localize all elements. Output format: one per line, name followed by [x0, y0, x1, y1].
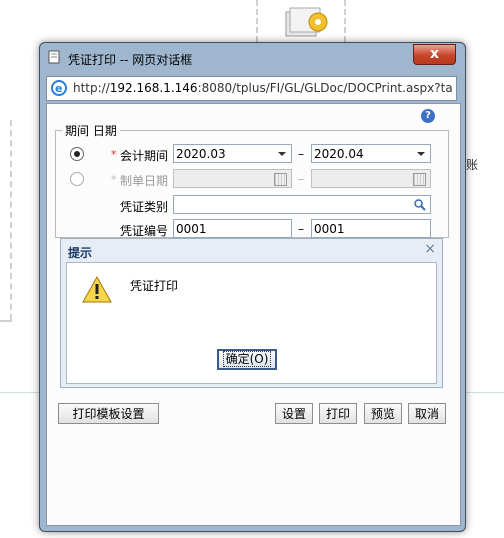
- period-date-legend: 期间 日期: [62, 122, 120, 139]
- background-dash-line: [10, 120, 12, 320]
- search-icon[interactable]: [413, 198, 427, 212]
- ok-button-label: 确定(O): [222, 351, 272, 367]
- range-separator: –: [298, 222, 304, 236]
- print-button[interactable]: 打印: [319, 403, 357, 424]
- accounting-period-from-select[interactable]: 2020.03: [173, 144, 292, 163]
- svg-text:e: e: [55, 82, 62, 95]
- voucher-number-to-field[interactable]: 0001: [311, 219, 431, 238]
- voucher-number-from-field[interactable]: 0001: [173, 219, 292, 238]
- alert-dialog: 提示 × 凭证打印 确定(O): [60, 238, 443, 388]
- window-title: 凭证打印 -- 网页对话框: [68, 53, 193, 67]
- range-separator: –: [298, 172, 304, 186]
- accounting-period-to-select[interactable]: 2020.04: [311, 144, 431, 163]
- cancel-button[interactable]: 取消: [408, 403, 446, 424]
- required-mark: *: [111, 148, 117, 161]
- alert-message: 凭证打印: [130, 279, 179, 293]
- required-mark: *: [111, 173, 117, 186]
- ie-icon: e: [51, 80, 67, 96]
- voucher-number-label: 凭证编号: [120, 224, 169, 238]
- voucher-type-label: 凭证类别: [120, 200, 169, 214]
- calendar-icon[interactable]: [274, 173, 287, 186]
- warning-icon: [82, 276, 112, 303]
- alert-body: 凭证打印 确定(O): [66, 262, 437, 384]
- alert-close-icon[interactable]: ×: [424, 241, 436, 257]
- alert-title: 提示: [68, 246, 93, 260]
- document-date-to-field[interactable]: [311, 169, 431, 188]
- chevron-down-icon: [417, 152, 425, 156]
- background-dash-line: [344, 0, 346, 42]
- background-dash-line: [256, 0, 258, 42]
- accounting-period-radio[interactable]: [70, 147, 84, 161]
- accounting-period-label: 会计期间: [120, 149, 169, 163]
- calendar-icon[interactable]: [413, 173, 426, 186]
- ok-button[interactable]: 确定(O): [217, 349, 277, 370]
- document-date-label: 制单日期: [120, 174, 169, 188]
- settings-button[interactable]: 设置: [275, 403, 313, 424]
- window-close-button[interactable]: x: [413, 44, 456, 65]
- print-template-settings-button[interactable]: 打印模板设置: [58, 403, 159, 424]
- address-bar: e http://192.168.1.146:8080/tplus/FI/GL/…: [46, 76, 457, 101]
- document-date-radio[interactable]: [70, 172, 84, 186]
- chevron-down-icon: [278, 152, 286, 156]
- document-settings-icon: [285, 7, 328, 37]
- title-bar[interactable]: 凭证打印 -- 网页对话框 x: [40, 43, 465, 73]
- preview-button[interactable]: 预览: [364, 403, 402, 424]
- background-side-text: 账: [466, 158, 479, 172]
- background-dash-line: [0, 320, 12, 322]
- voucher-type-field[interactable]: [173, 195, 431, 214]
- page-icon: [48, 50, 60, 64]
- url-text: http://192.168.1.146:8080/tplus/FI/GL/GL…: [73, 81, 453, 95]
- document-date-from-field[interactable]: [173, 169, 292, 188]
- help-icon[interactable]: ?: [421, 109, 435, 123]
- range-separator: –: [298, 147, 304, 161]
